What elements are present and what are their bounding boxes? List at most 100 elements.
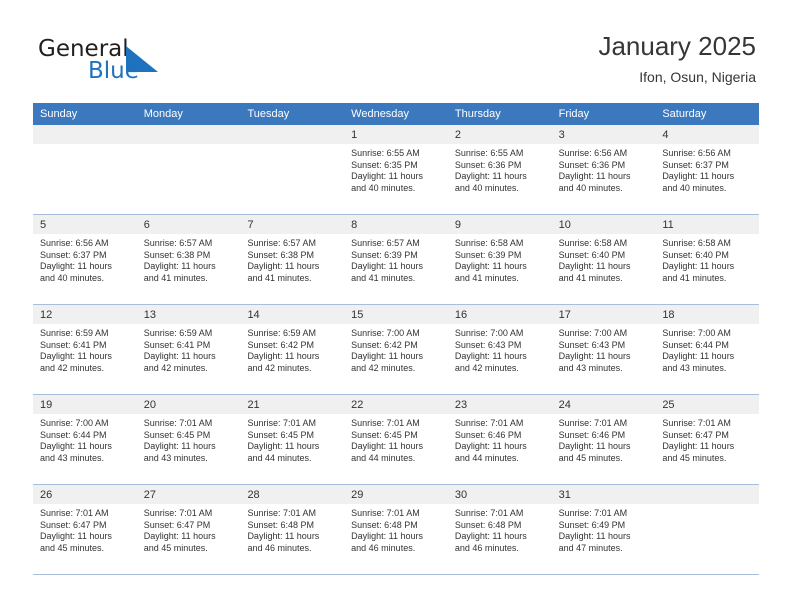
daylight-text-line2: and 40 minutes. [351, 182, 416, 193]
calendar-weeks: 1 Sunrise: 6:55 AM Sunset: 6:35 PM Daylight… [33, 125, 760, 574]
day-number: 23 [454, 399, 468, 411]
day-details: Sunrise: 7:00 AM Sunset: 6:43 PM Daylight:… [448, 324, 552, 374]
calendar-day-cell[interactable]: 12 Sunrise: 6:59 AM Sunset: 6:41 PM Dayligh… [33, 305, 137, 394]
weekday-header-saturday: Saturday [662, 108, 707, 120]
calendar-day-cell[interactable]: 2 Sunrise: 6:55 AM Sunset: 6:36 PM Daylight… [447, 125, 552, 214]
calendar-day-cell[interactable]: 11 Sunrise: 6:58 AM Sunset: 6:40 PM Dayligh… [655, 215, 760, 304]
daylight-text-line2: and 40 minutes. [662, 182, 727, 193]
daylight-text-line2: and 45 minutes. [662, 452, 727, 463]
calendar-week-row: 5 Sunrise: 6:56 AM Sunset: 6:37 PM Daylight… [33, 214, 760, 304]
daylight-text-line2: and 40 minutes. [454, 182, 519, 193]
calendar-day-cell[interactable]: 17 Sunrise: 7:00 AM Sunset: 6:43 PM Dayligh… [551, 305, 656, 394]
calendar-day-cell[interactable]: 7 Sunrise: 6:57 AM Sunset: 6:38 PM Daylight… [240, 215, 345, 304]
day-number: 4 [662, 129, 669, 141]
calendar-day-cell[interactable]: 14 Sunrise: 6:59 AM Sunset: 6:42 PM Dayligh… [240, 305, 345, 394]
daylight-text-line2: and 42 minutes. [40, 362, 105, 373]
daylight-text-line1: Daylight: 11 hours [351, 351, 424, 362]
day-number-band: 11 [655, 215, 760, 234]
day-number-band: 8 [344, 215, 448, 234]
calendar-day-cell[interactable]: 10 Sunrise: 6:58 AM Sunset: 6:40 PM Dayligh… [551, 215, 656, 304]
daylight-text-line1: Daylight: 11 hours [558, 351, 631, 362]
calendar-day-cell[interactable]: 24 Sunrise: 7:01 AM Sunset: 6:46 PM Dayligh… [551, 395, 656, 484]
day-details [33, 144, 137, 148]
day-details: Sunrise: 7:01 AM Sunset: 6:47 PM Daylight:… [655, 414, 759, 464]
sunset-text: Sunset: 6:45 PM [351, 429, 418, 440]
day-details: Sunrise: 6:55 AM Sunset: 6:35 PM Daylight:… [344, 144, 448, 194]
daylight-text-line1: Daylight: 11 hours [247, 531, 320, 542]
day-number-band: 30 [447, 485, 552, 504]
calendar-empty-cell [136, 125, 241, 214]
calendar-day-cell[interactable]: 9 Sunrise: 6:58 AM Sunset: 6:39 PM Daylight… [447, 215, 552, 304]
calendar-day-cell[interactable]: 31 Sunrise: 7:01 AM Sunset: 6:49 PM Dayligh… [551, 485, 656, 574]
day-number: 11 [662, 219, 674, 231]
day-number-band: 1 [344, 125, 448, 144]
weekday-header-tuesday: Tuesday [247, 108, 290, 120]
calendar-day-cell[interactable]: 22 Sunrise: 7:01 AM Sunset: 6:45 PM Dayligh… [344, 395, 448, 484]
calendar-day-cell[interactable]: 18 Sunrise: 7:00 AM Sunset: 6:44 PM Dayligh… [655, 305, 760, 394]
day-details: Sunrise: 6:56 AM Sunset: 6:36 PM Daylight:… [552, 144, 656, 194]
day-number: 14 [247, 309, 260, 321]
daylight-text-line1: Daylight: 11 hours [454, 261, 527, 272]
day-number: 3 [558, 129, 565, 141]
sunrise-text: Sunrise: 6:56 AM [40, 238, 109, 248]
day-details: Sunrise: 6:59 AM Sunset: 6:41 PM Daylight:… [33, 324, 137, 374]
day-details [655, 504, 759, 508]
daylight-text-line2: and 42 minutes. [454, 362, 519, 373]
weekday-header-row: Sunday Monday Tuesday Wednesday Thursday… [33, 103, 759, 125]
day-number: 24 [558, 399, 571, 411]
day-details: Sunrise: 7:01 AM Sunset: 6:46 PM Daylight:… [552, 414, 656, 464]
calendar-day-cell[interactable]: 6 Sunrise: 6:57 AM Sunset: 6:38 PM Daylight… [136, 215, 241, 304]
day-details: Sunrise: 6:56 AM Sunset: 6:37 PM Daylight:… [655, 144, 759, 194]
day-number-band [33, 125, 137, 144]
calendar-day-cell[interactable]: 21 Sunrise: 7:01 AM Sunset: 6:45 PM Dayligh… [240, 395, 345, 484]
calendar-day-cell[interactable]: 29 Sunrise: 7:01 AM Sunset: 6:48 PM Dayligh… [344, 485, 448, 574]
day-number-band: 2 [447, 125, 552, 144]
calendar-day-cell[interactable]: 3 Sunrise: 6:56 AM Sunset: 6:36 PM Daylight… [551, 125, 656, 214]
sunset-text: Sunset: 6:37 PM [662, 159, 729, 170]
calendar-day-cell[interactable]: 4 Sunrise: 6:56 AM Sunset: 6:37 PM Daylight… [655, 125, 760, 214]
calendar-day-cell[interactable]: 13 Sunrise: 6:59 AM Sunset: 6:41 PM Dayligh… [136, 305, 241, 394]
daylight-text-line2: and 46 minutes. [247, 542, 312, 553]
sunset-text: Sunset: 6:46 PM [454, 429, 522, 440]
calendar-day-cell[interactable]: 27 Sunrise: 7:01 AM Sunset: 6:47 PM Dayligh… [136, 485, 241, 574]
calendar-day-cell[interactable]: 28 Sunrise: 7:01 AM Sunset: 6:48 PM Dayligh… [240, 485, 345, 574]
day-number-band: 24 [551, 395, 656, 414]
sunset-text: Sunset: 6:39 PM [454, 249, 522, 260]
calendar-day-cell[interactable]: 15 Sunrise: 7:00 AM Sunset: 6:42 PM Dayligh… [344, 305, 448, 394]
daylight-text-line2: and 42 minutes. [351, 362, 416, 373]
day-details: Sunrise: 7:01 AM Sunset: 6:49 PM Daylight:… [552, 504, 656, 554]
daylight-text-line1: Daylight: 11 hours [662, 351, 735, 362]
weekday-header-wednesday: Wednesday [351, 108, 410, 120]
weekday-header-sunday: Sunday [40, 108, 78, 120]
sunset-text: Sunset: 6:44 PM [662, 339, 729, 350]
calendar-day-cell[interactable]: 5 Sunrise: 6:56 AM Sunset: 6:37 PM Daylight… [33, 215, 137, 304]
calendar-day-cell[interactable]: 19 Sunrise: 7:00 AM Sunset: 6:44 PM Dayligh… [33, 395, 137, 484]
daylight-text-line2: and 41 minutes. [247, 272, 312, 283]
day-details: Sunrise: 7:01 AM Sunset: 6:48 PM Daylight:… [448, 504, 552, 554]
day-details: Sunrise: 6:59 AM Sunset: 6:42 PM Daylight:… [240, 324, 344, 374]
day-number-band: 12 [33, 305, 137, 324]
sunset-text: Sunset: 6:49 PM [558, 519, 626, 530]
calendar-day-cell[interactable]: 20 Sunrise: 7:01 AM Sunset: 6:45 PM Dayligh… [136, 395, 241, 484]
sunrise-text: Sunrise: 7:01 AM [454, 418, 524, 428]
daylight-text-line1: Daylight: 11 hours [454, 531, 527, 542]
day-details: Sunrise: 6:56 AM Sunset: 6:37 PM Daylight:… [33, 234, 137, 284]
page-header: General Blue January 2025 Ifon, Osun, Ni… [0, 0, 792, 100]
brand-logo[interactable]: General Blue [38, 36, 238, 88]
calendar-day-cell[interactable]: 23 Sunrise: 7:01 AM Sunset: 6:46 PM Dayligh… [447, 395, 552, 484]
sunrise-text: Sunrise: 7:00 AM [40, 418, 109, 428]
daylight-text-line1: Daylight: 11 hours [662, 171, 735, 182]
calendar-grid: Sunday Monday Tuesday Wednesday Thursday… [33, 103, 760, 575]
sunset-text: Sunset: 6:47 PM [40, 519, 107, 530]
calendar-day-cell[interactable]: 8 Sunrise: 6:57 AM Sunset: 6:39 PM Daylight… [344, 215, 448, 304]
daylight-text-line2: and 44 minutes. [351, 452, 416, 463]
title-block: January 2025 Ifon, Osun, Nigeria [598, 30, 756, 87]
sunrise-text: Sunrise: 6:59 AM [40, 328, 109, 338]
calendar-day-cell[interactable]: 16 Sunrise: 7:00 AM Sunset: 6:43 PM Dayligh… [447, 305, 552, 394]
day-number: 27 [143, 489, 156, 501]
calendar-day-cell[interactable]: 25 Sunrise: 7:01 AM Sunset: 6:47 PM Dayligh… [655, 395, 760, 484]
calendar-day-cell[interactable]: 1 Sunrise: 6:55 AM Sunset: 6:35 PM Daylight… [344, 125, 448, 214]
sunset-text: Sunset: 6:42 PM [351, 339, 418, 350]
calendar-day-cell[interactable]: 30 Sunrise: 7:01 AM Sunset: 6:48 PM Dayligh… [447, 485, 552, 574]
calendar-day-cell[interactable]: 26 Sunrise: 7:01 AM Sunset: 6:47 PM Dayligh… [33, 485, 137, 574]
